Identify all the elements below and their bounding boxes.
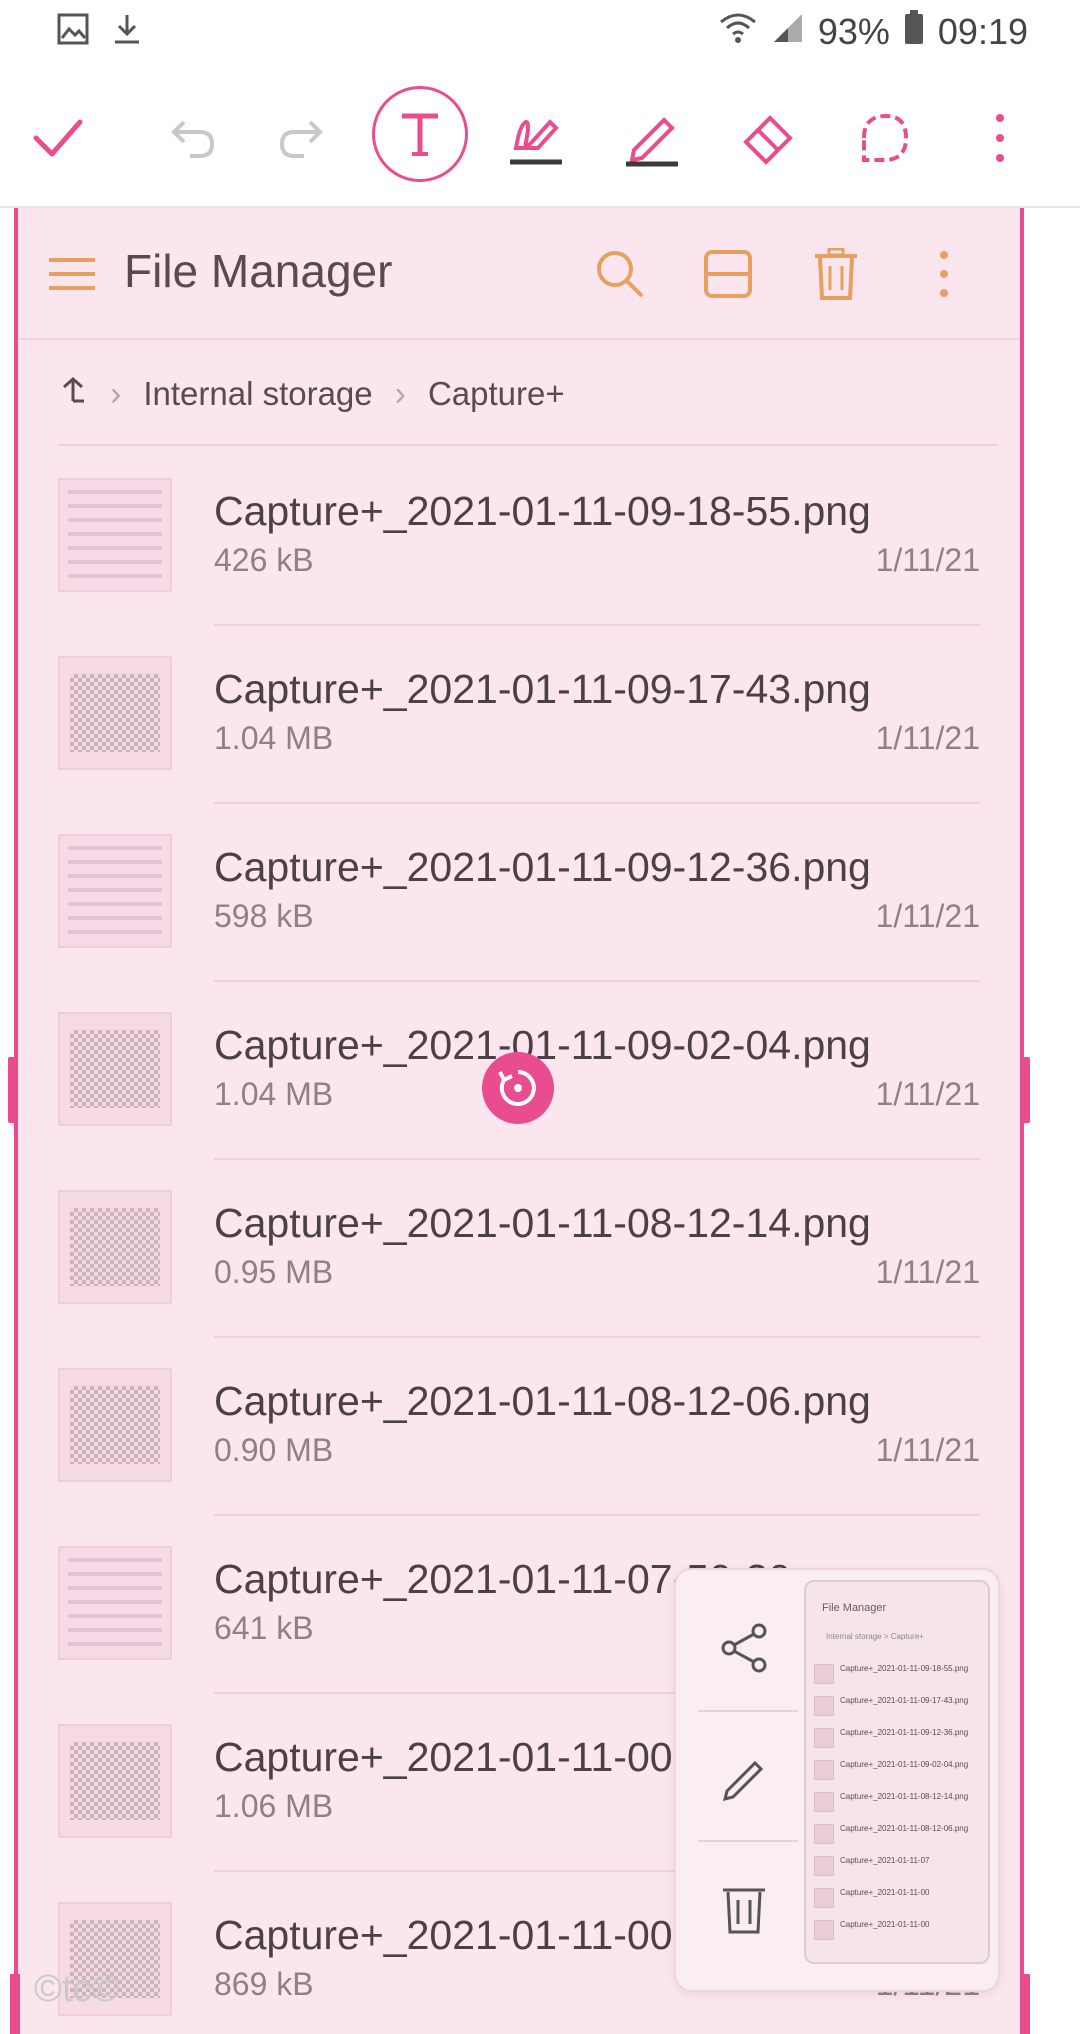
undo-icon[interactable] <box>142 90 238 186</box>
share-icon[interactable] <box>696 1600 792 1696</box>
file-size: 426 kB <box>214 542 314 578</box>
up-arrow-icon[interactable] <box>58 375 88 413</box>
file-thumbnail <box>58 1012 172 1126</box>
file-name: Capture+_2021-01-11-09-17-43.png <box>214 666 871 712</box>
watermark: ©tc© <box>34 1968 120 2010</box>
file-thumbnail <box>58 656 172 770</box>
file-name: Capture+_2021-01-11-08-12-14.png <box>214 1200 871 1246</box>
page-title: File Manager <box>124 245 393 297</box>
file-size: 641 kB <box>214 1610 314 1646</box>
list-item[interactable]: Capture+_2021-01-11-08-12-06.png 0.90 MB… <box>18 1338 1020 1516</box>
eraser-icon[interactable] <box>720 90 816 186</box>
view-toggle-icon[interactable] <box>696 242 760 306</box>
preview-row: Capture+_2021-01-11-08-12-06.png <box>814 1822 980 1850</box>
file-size: 869 kB <box>214 1966 314 2002</box>
file-date: 1/11/21 <box>875 542 980 578</box>
list-item[interactable]: Capture+_2021-01-11-09-12-36.png 598 kB … <box>18 804 1020 982</box>
file-date: 1/11/21 <box>875 720 980 756</box>
download-icon <box>110 12 144 51</box>
crop-handle-bottom-right[interactable] <box>1020 1974 1030 2034</box>
file-manager-header: File Manager <box>18 208 1020 340</box>
list-item[interactable]: Capture+_2021-01-11-08-12-14.png 0.95 MB… <box>18 1160 1020 1338</box>
redo-icon[interactable] <box>256 90 352 186</box>
file-thumbnail <box>58 1190 172 1304</box>
file-date: 1/11/21 <box>875 1432 980 1468</box>
battery-percent: 93% <box>817 10 890 52</box>
preview-row: Capture+_2021-01-11-09-17-43.png <box>814 1694 980 1722</box>
search-icon[interactable] <box>588 242 652 306</box>
file-size: 0.95 MB <box>214 1254 334 1290</box>
preview-row: Capture+_2021-01-11-09-02-04.png <box>814 1758 980 1786</box>
text-tool-icon[interactable] <box>372 86 468 182</box>
delete-icon[interactable] <box>804 242 868 306</box>
chevron-right-icon: › <box>110 374 122 413</box>
edit-icon[interactable] <box>696 1730 792 1826</box>
breadcrumb-current-folder[interactable]: Capture+ <box>428 375 565 413</box>
preview-title: File Manager <box>822 1602 887 1614</box>
preview-row: Capture+_2021-01-11-00 <box>814 1918 980 1946</box>
file-thumbnail <box>58 1368 172 1482</box>
lasso-icon[interactable] <box>836 90 932 186</box>
preview-row: Capture+_2021-01-11-07 <box>814 1854 980 1882</box>
overflow-menu-icon[interactable] <box>912 242 976 306</box>
file-size: 1.04 MB <box>214 720 334 756</box>
edit-toolbar <box>0 72 1080 208</box>
status-bar: 93% 09:19 <box>0 0 1080 64</box>
file-name: Capture+_2021-01-11-09-12-36.png <box>214 844 871 890</box>
list-item[interactable]: Capture+_2021-01-11-09-18-55.png 426 kB … <box>18 448 1020 626</box>
file-thumbnail <box>58 1724 172 1838</box>
file-size: 598 kB <box>214 898 314 934</box>
crop-handle-left[interactable] <box>8 1057 18 1123</box>
check-icon[interactable] <box>10 90 106 186</box>
delete-icon[interactable] <box>696 1860 792 1956</box>
breadcrumb-internal-storage[interactable]: Internal storage <box>143 375 372 413</box>
wifi-icon <box>718 11 758 53</box>
file-date: 1/11/21 <box>875 1254 980 1290</box>
file-size: 0.90 MB <box>214 1432 334 1468</box>
file-size: 1.06 MB <box>214 1788 334 1824</box>
signal-icon <box>772 11 804 53</box>
preview-breadcrumb: Internal storage > Capture+ <box>826 1632 924 1641</box>
preview-row: Capture+_2021-01-11-09-18-55.png <box>814 1662 980 1690</box>
screenshot-preview-thumbnail[interactable]: File Manager Internal storage > Capture+… <box>804 1580 990 1964</box>
file-date: 1/11/21 <box>875 1076 980 1112</box>
crop-handle-bottom-left[interactable] <box>10 1974 20 2034</box>
file-name: Capture+_2021-01-11-09-18-55.png <box>214 488 871 534</box>
file-thumbnail <box>58 1546 172 1660</box>
pen-tool-icon[interactable] <box>488 90 584 186</box>
crop-handle-right[interactable] <box>1020 1057 1030 1123</box>
file-size: 1.04 MB <box>214 1076 334 1112</box>
pencil-tool-icon[interactable] <box>604 90 700 186</box>
rotate-button[interactable] <box>482 1052 554 1124</box>
chevron-right-icon: › <box>394 374 406 413</box>
preview-row: Capture+_2021-01-11-08-12-14.png <box>814 1790 980 1818</box>
file-date: 1/11/21 <box>875 898 980 934</box>
battery-icon <box>904 10 924 53</box>
rotate-icon <box>498 1070 536 1106</box>
divider <box>58 444 998 446</box>
file-name: Capture+_2021-01-11-00 <box>214 1734 673 1780</box>
clock: 09:19 <box>937 10 1028 52</box>
breadcrumb: › Internal storage › Capture+ <box>18 338 1020 450</box>
file-name: Capture+_2021-01-11-08-12-06.png <box>214 1378 871 1424</box>
file-thumbnail <box>58 478 172 592</box>
more-icon[interactable] <box>952 90 1048 186</box>
screenshot-actions-popup: File Manager Internal storage > Capture+… <box>674 1568 1000 1992</box>
file-name: Capture+_2021-01-11-00 <box>214 1912 673 1958</box>
file-thumbnail <box>58 834 172 948</box>
menu-icon[interactable] <box>40 242 104 306</box>
list-item[interactable]: Capture+_2021-01-11-09-17-43.png 1.04 MB… <box>18 626 1020 804</box>
preview-row: Capture+_2021-01-11-00 <box>814 1886 980 1914</box>
image-icon <box>56 12 90 51</box>
preview-row: Capture+_2021-01-11-09-12-36.png <box>814 1726 980 1754</box>
